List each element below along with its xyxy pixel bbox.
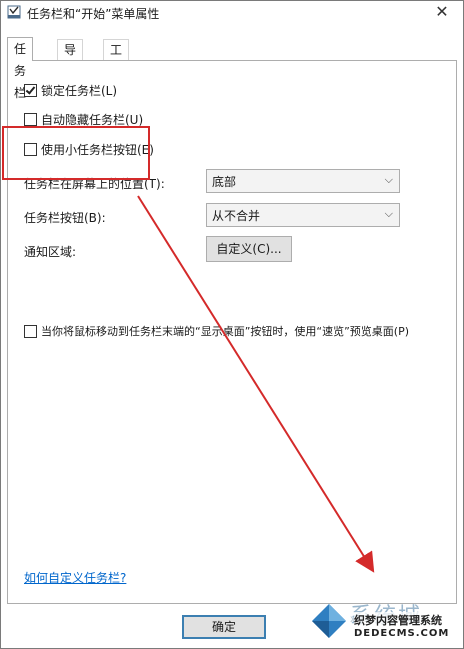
small-buttons-checkbox[interactable]: 使用小任务栏按钮(E) (24, 141, 154, 158)
notification-area-label: 通知区域: (24, 245, 77, 259)
title-bar[interactable]: 任务栏和“开始”菜单属性 ✕ (1, 1, 463, 25)
tab-label: 任务栏 (14, 42, 27, 100)
auto-hide-label: 自动隐藏任务栏(U) (41, 113, 144, 127)
taskbar-buttons-select[interactable]: 从不合并 ⌵ (206, 203, 400, 227)
position-label: 任务栏在屏幕上的位置(T): (24, 177, 165, 191)
position-select[interactable]: 底部 ⌵ (206, 169, 400, 193)
checkbox-unchecked[interactable] (24, 113, 37, 126)
lock-taskbar-label: 锁定任务栏(L) (41, 84, 118, 98)
tab-toolbars[interactable]: 工具栏 (103, 39, 130, 97)
checkbox-unchecked[interactable] (24, 324, 37, 338)
checkbox-unchecked[interactable] (24, 143, 37, 156)
small-buttons-label: 使用小任务栏按钮(E) (41, 143, 154, 157)
customize-button[interactable]: 自定义(C)... (206, 236, 292, 262)
position-value: 底部 (212, 175, 237, 189)
taskbar-properties-icon (7, 5, 21, 19)
lock-taskbar-checkbox[interactable]: 锁定任务栏(L) (24, 82, 117, 99)
tab-panel: 锁定任务栏(L) 自动隐藏任务栏(U) 使用小任务栏按钮(E) 任务栏在屏幕上的… (7, 60, 457, 604)
chevron-down-icon: ⌵ (384, 207, 393, 220)
tab-navigation[interactable]: 导航 (57, 39, 84, 77)
taskbar-buttons-label: 任务栏按钮(B): (24, 211, 106, 225)
window-title: 任务栏和“开始”菜单属性 (27, 7, 160, 21)
peek-label: 当你将鼠标移动到任务栏末端的“显示桌面”按钮时，使用“速览”预览桌面(P) (41, 325, 410, 338)
ok-button[interactable]: 确定 (182, 615, 266, 639)
help-link[interactable]: 如何自定义任务栏? (24, 569, 126, 586)
tab-taskbar[interactable]: 任务栏 (7, 37, 34, 100)
chevron-down-icon: ⌵ (384, 173, 393, 186)
taskbar-buttons-value: 从不合并 (212, 209, 261, 223)
close-button[interactable]: ✕ (431, 2, 453, 22)
dialog-window: 任务栏和“开始”菜单属性 ✕ 任务栏 导航 工具栏 锁定任务栏(L) 自动隐藏任… (0, 0, 464, 649)
auto-hide-checkbox[interactable]: 自动隐藏任务栏(U) (24, 111, 143, 128)
peek-checkbox[interactable]: 当你将鼠标移动到任务栏末端的“显示桌面”按钮时，使用“速览”预览桌面(P) (24, 323, 409, 339)
